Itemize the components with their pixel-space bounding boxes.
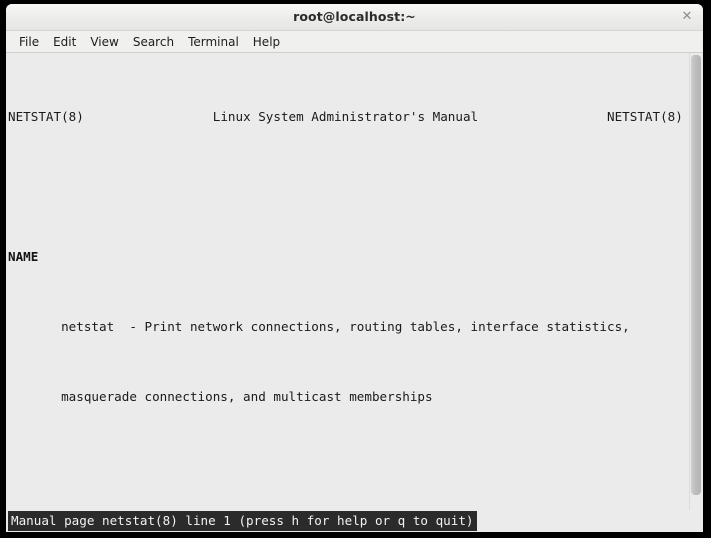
blank-line bbox=[8, 178, 689, 196]
manpage-content: NETSTAT(8) Linux System Administrator's … bbox=[8, 55, 689, 510]
menu-item-edit[interactable]: Edit bbox=[46, 33, 83, 51]
vertical-scrollbar[interactable] bbox=[689, 53, 703, 510]
window-titlebar[interactable]: root@localhost:~ ✕ bbox=[6, 4, 703, 31]
manpage-header-line: NETSTAT(8) Linux System Administrator's … bbox=[8, 108, 689, 126]
close-icon[interactable]: ✕ bbox=[678, 8, 696, 26]
pager-statusbar: Manual page netstat(8) line 1 (press h f… bbox=[6, 510, 703, 532]
pager-status-text: Manual page netstat(8) line 1 (press h f… bbox=[8, 511, 477, 531]
terminal-body: NETSTAT(8) Linux System Administrator's … bbox=[6, 53, 703, 510]
menu-item-file[interactable]: File bbox=[12, 33, 46, 51]
header-left: NETSTAT(8) bbox=[8, 109, 84, 124]
menu-item-terminal[interactable]: Terminal bbox=[181, 33, 246, 51]
scrollbar-thumb[interactable] bbox=[691, 55, 701, 495]
name-body-line-2: masquerade connections, and multicast me… bbox=[8, 388, 689, 406]
terminal-screen[interactable]: NETSTAT(8) Linux System Administrator's … bbox=[6, 53, 689, 510]
blank-line bbox=[8, 459, 689, 477]
menu-item-help[interactable]: Help bbox=[246, 33, 287, 51]
menu-item-search[interactable]: Search bbox=[126, 33, 181, 51]
window-title: root@localhost:~ bbox=[6, 4, 703, 30]
name-desc-2: masquerade connections, and multicast me… bbox=[61, 389, 433, 404]
name-desc-1: netstat - Print network connections, rou… bbox=[61, 319, 630, 334]
header-right: NETSTAT(8) bbox=[607, 109, 683, 124]
menubar: File Edit View Search Terminal Help bbox=[6, 31, 703, 53]
name-body-line-1: netstat - Print network connections, rou… bbox=[8, 318, 689, 336]
header-center: Linux System Administrator's Manual bbox=[213, 109, 478, 124]
name-heading-text: NAME bbox=[8, 249, 38, 264]
terminal-window: root@localhost:~ ✕ File Edit View Search… bbox=[6, 4, 703, 532]
menu-item-view[interactable]: View bbox=[83, 33, 125, 51]
section-heading-name: NAME bbox=[8, 248, 689, 266]
